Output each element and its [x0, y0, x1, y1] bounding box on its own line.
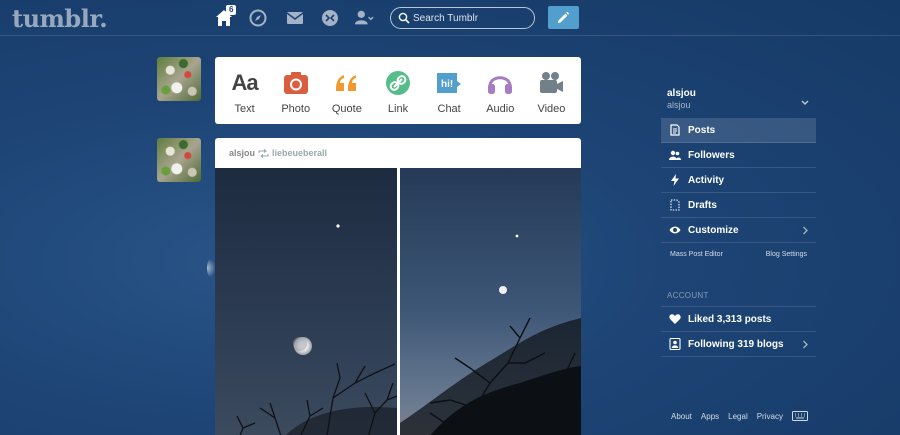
- chevron-right-icon: [803, 226, 808, 235]
- sidebar-item-following[interactable]: Following 319 blogs: [661, 332, 816, 357]
- blog-subtitle: alsjou: [667, 100, 691, 110]
- messaging-icon[interactable]: [320, 8, 340, 28]
- mail-icon[interactable]: [285, 8, 305, 28]
- post-photo-right[interactable]: [400, 168, 581, 435]
- top-navbar: tumblr. 6: [0, 0, 900, 36]
- blog-settings-link[interactable]: Blog Settings: [766, 251, 807, 258]
- home-notification-badge: 6: [226, 5, 237, 15]
- privacy-link[interactable]: Privacy: [757, 412, 783, 421]
- reblogged-from-link[interactable]: liebeueberall: [272, 148, 327, 158]
- pencil-icon: [558, 11, 570, 23]
- new-quote-post-button[interactable]: Quote: [321, 57, 372, 124]
- blog-sidebar: alsjou alsjou Posts Followers Activity D…: [661, 88, 816, 357]
- new-link-post-button[interactable]: Link: [372, 57, 423, 124]
- search-input[interactable]: [413, 10, 528, 26]
- user-avatar[interactable]: [157, 57, 201, 101]
- lightning-icon: [671, 174, 679, 186]
- new-post-bar: Aa Text Photo Quote Link hi! Chat Audio: [215, 57, 581, 124]
- sidebar-item-drafts[interactable]: Drafts: [661, 193, 816, 218]
- camera-icon: [281, 68, 311, 98]
- people-icon: [669, 150, 681, 160]
- blog-switcher[interactable]: alsjou alsjou: [661, 88, 816, 110]
- account-section-heading: ACCOUNT: [661, 291, 816, 307]
- sidebar-item-customize[interactable]: Customize: [661, 218, 816, 243]
- new-video-post-button[interactable]: Video: [526, 57, 577, 124]
- blog-sub-links: Mass Post Editor Blog Settings: [661, 243, 816, 258]
- link-icon: [383, 68, 413, 98]
- headphones-icon: [485, 68, 515, 98]
- new-audio-post-button[interactable]: Audio: [475, 57, 526, 124]
- new-chat-post-button[interactable]: hi! Chat: [424, 57, 475, 124]
- new-photo-post-button[interactable]: Photo: [270, 57, 321, 124]
- eye-icon: [669, 226, 681, 234]
- keyboard-icon[interactable]: [791, 411, 808, 421]
- post-author-avatar[interactable]: [157, 138, 201, 182]
- chevron-right-icon: [803, 340, 808, 349]
- quote-icon: [332, 68, 362, 98]
- heart-icon: [669, 314, 681, 324]
- post-header: alsjou liebeueberall: [215, 138, 581, 168]
- blog-menu: Posts Followers Activity Drafts Customiz…: [661, 118, 816, 243]
- search-icon: [398, 12, 410, 24]
- about-link[interactable]: About: [671, 412, 692, 421]
- dashboard-post: alsjou liebeueberall: [215, 138, 581, 435]
- compass-icon[interactable]: [248, 8, 268, 28]
- post-author-link[interactable]: alsjou: [229, 148, 255, 158]
- search-box[interactable]: [390, 7, 535, 29]
- add-person-icon: [669, 338, 681, 350]
- chevron-down-icon: [801, 100, 809, 106]
- sidebar-item-posts[interactable]: Posts: [661, 118, 816, 143]
- footer-links: About Apps Legal Privacy: [671, 411, 808, 421]
- compose-post-button[interactable]: [548, 6, 579, 29]
- tumblr-logo[interactable]: tumblr.: [12, 4, 108, 33]
- text-icon: Aa: [231, 70, 259, 95]
- apps-link[interactable]: Apps: [701, 412, 719, 421]
- mass-post-editor-link[interactable]: Mass Post Editor: [670, 251, 723, 258]
- new-text-post-button[interactable]: Aa Text: [219, 57, 270, 124]
- video-camera-icon: [536, 68, 566, 98]
- svg-text:hi!: hi!: [441, 79, 453, 90]
- sidebar-item-likes[interactable]: Liked 3,313 posts: [661, 307, 816, 332]
- document-icon: [670, 124, 680, 136]
- blog-name: alsjou: [667, 88, 696, 99]
- sidebar-item-followers[interactable]: Followers: [661, 143, 816, 168]
- chat-icon: hi!: [434, 68, 464, 98]
- legal-link[interactable]: Legal: [728, 412, 748, 421]
- sidebar-item-activity[interactable]: Activity: [661, 168, 816, 193]
- draft-icon: [670, 199, 680, 211]
- post-photo-left[interactable]: [215, 168, 397, 435]
- account-icon[interactable]: [354, 8, 376, 28]
- faded-divider: [661, 270, 816, 284]
- reblog-icon: [258, 148, 269, 158]
